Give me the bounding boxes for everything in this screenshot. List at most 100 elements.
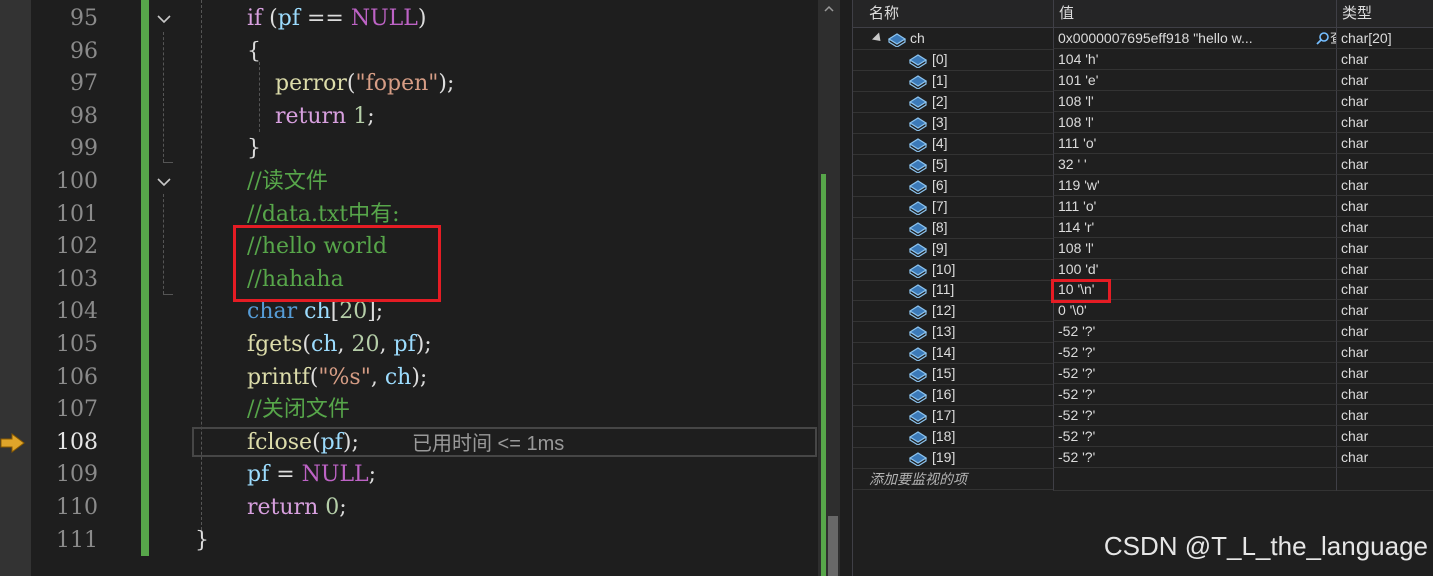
perf-tip[interactable]: 已用时间 <= 1ms (412, 428, 564, 460)
add-watch-input[interactable]: 添加要监视的项 (853, 468, 1053, 490)
watch-name-cell: [5] (853, 154, 1053, 176)
code-token: ( (312, 429, 321, 455)
watch-row[interactable]: [5] 32 ' ' char (853, 153, 1433, 176)
code-line[interactable]: if (pf == NULL) (247, 3, 426, 35)
watch-row[interactable]: [13] -52 '?' char (853, 321, 1433, 344)
watch-row[interactable]: [19] -52 '?' char (853, 447, 1433, 470)
watch-value-cell[interactable]: -52 '?' (1053, 384, 1336, 406)
line-number: 99 (70, 136, 98, 162)
watch-type-cell: char (1336, 321, 1433, 343)
watch-value-cell[interactable]: -52 '?' (1053, 426, 1336, 448)
watch-row[interactable]: [10] 100 'd' char (853, 258, 1433, 281)
watch-value-cell[interactable]: 104 'h' (1053, 49, 1336, 70)
watch-value-cell[interactable]: 0 '\0' (1053, 300, 1336, 322)
variable-icon (908, 221, 928, 236)
code-line[interactable]: } (195, 525, 209, 557)
collapse-arrow-icon[interactable] (871, 32, 885, 45)
watch-name-cell: [12] (853, 300, 1053, 323)
watch-row[interactable]: [3] 108 'l' char (853, 111, 1433, 134)
watch-type-cell: char (1336, 69, 1433, 91)
code-line[interactable]: return 0; (247, 492, 347, 524)
indicator-margin[interactable] (0, 0, 31, 576)
watch-value-cell[interactable]: 101 'e' (1053, 69, 1336, 91)
watch-row[interactable]: [18] -52 '?' char (853, 426, 1433, 449)
watch-value-cell[interactable]: 0x0000007695eff918 "hello w... 查看 (1053, 28, 1336, 49)
code-line[interactable]: //读文件 (247, 166, 328, 198)
column-divider[interactable] (1053, 0, 1054, 27)
watch-value-cell[interactable]: -52 '?' (1053, 321, 1336, 343)
watch-value-cell[interactable]: 119 'w' (1053, 174, 1336, 196)
code-line[interactable]: printf("%s", ch); (247, 362, 427, 394)
watch-window[interactable]: 名称 值 类型 ch 0x0000007695eff918 "hello w..… (852, 0, 1433, 576)
watch-value-cell[interactable]: 108 'l' (1053, 111, 1336, 133)
watch-name: [12] (932, 302, 956, 319)
watch-row[interactable]: [15] -52 '?' char (853, 363, 1433, 386)
code-line[interactable]: pf = NULL; (247, 459, 376, 491)
watch-row[interactable]: [1] 101 'e' char (853, 69, 1433, 92)
watch-row[interactable]: [0] 104 'h' char (853, 49, 1433, 71)
watch-row[interactable]: [6] 119 'w' char (853, 174, 1433, 197)
line-number: 96 (70, 38, 98, 64)
fold-toggle-icon[interactable] (156, 174, 172, 190)
view-button[interactable]: 查看 (1316, 28, 1336, 48)
watch-value-cell[interactable]: 108 'l' (1053, 90, 1336, 112)
code-token: , (337, 332, 352, 357)
watch-value-cell[interactable]: 100 'd' (1053, 258, 1336, 280)
add-watch-row[interactable]: 添加要监视的项 (853, 468, 1433, 491)
line-number: 111 (56, 527, 98, 553)
code-token: fgets (247, 332, 303, 357)
code-line[interactable]: //关闭文件 (247, 394, 350, 426)
watch-value-cell[interactable]: 111 'o' (1053, 132, 1336, 154)
column-header-value[interactable]: 值 (1059, 0, 1074, 27)
watch-row[interactable]: [17] -52 '?' char (853, 405, 1433, 428)
watch-value-cell[interactable]: 32 ' ' (1053, 153, 1336, 175)
change-tracking-bar (141, 0, 149, 556)
code-editor[interactable]: 95 96 97 98 99 100 101 102 103 104 105 106 107 108 109… (0, 0, 852, 576)
watch-name-cell: [0] (853, 49, 1053, 71)
code-token: ch (304, 299, 331, 325)
watch-row-root[interactable]: ch 0x0000007695eff918 "hello w... 查看 cha… (853, 28, 1433, 50)
watch-name: [19] (932, 449, 956, 466)
column-header-name[interactable]: 名称 (869, 0, 899, 27)
watch-row[interactable]: [7] 111 'o' char (853, 195, 1433, 218)
watch-name: [13] (932, 323, 956, 340)
code-line[interactable]: { (247, 36, 261, 68)
code-line[interactable]: } (247, 133, 261, 165)
watch-row[interactable]: [16] -52 '?' char (853, 384, 1433, 407)
code-line[interactable]: fclose(pf); (247, 427, 359, 459)
watch-value-cell[interactable]: -52 '?' (1053, 342, 1336, 364)
code-token: pf (247, 462, 270, 488)
column-divider[interactable] (1336, 0, 1337, 27)
code-token: ) (417, 6, 427, 31)
code-line[interactable]: return 1; (247, 101, 375, 133)
watch-name: [15] (932, 365, 956, 382)
scrollbar-thumb[interactable] (828, 516, 838, 576)
code-line[interactable]: fgets(ch, 20, pf); (247, 329, 432, 361)
line-number-gutter: 95 96 97 98 99 100 101 102 103 104 105 106 107 108 109… (31, 0, 107, 576)
watch-row[interactable]: [4] 111 'o' char (853, 132, 1433, 155)
code-line[interactable]: perror("fopen"); (247, 68, 454, 100)
code-token: 20 (339, 299, 368, 325)
fold-toggle-icon[interactable] (156, 11, 172, 27)
watch-value-cell[interactable]: -52 '?' (1053, 363, 1336, 385)
watch-value-cell[interactable]: 108 'l' (1053, 237, 1336, 259)
variable-icon (908, 347, 928, 362)
watch-value-cell[interactable]: 111 'o' (1053, 195, 1336, 217)
watch-row[interactable]: [9] 108 'l' char (853, 237, 1433, 260)
watch-row[interactable]: [12] 0 '\0' char (853, 300, 1433, 323)
watch-name-cell: [3] (853, 112, 1053, 134)
watch-value-cell[interactable]: 114 'r' (1053, 216, 1336, 238)
watch-type-cell: char[20] (1336, 28, 1433, 49)
watch-name: [8] (932, 218, 948, 235)
variable-icon (908, 263, 928, 278)
watch-value-cell[interactable]: -52 '?' (1053, 405, 1336, 427)
column-header-type[interactable]: 类型 (1342, 0, 1372, 27)
watch-row[interactable]: [8] 114 'r' char (853, 216, 1433, 239)
watch-row[interactable]: [2] 108 'l' char (853, 90, 1433, 113)
code-token: //关闭文件 (247, 397, 350, 423)
watch-row[interactable]: [11] 10 '\n' char (853, 279, 1433, 302)
watch-value-cell[interactable]: -52 '?' (1053, 447, 1336, 469)
scroll-up-icon[interactable] (824, 4, 834, 14)
code-token: 20 (351, 332, 380, 357)
watch-row[interactable]: [14] -52 '?' char (853, 342, 1433, 365)
